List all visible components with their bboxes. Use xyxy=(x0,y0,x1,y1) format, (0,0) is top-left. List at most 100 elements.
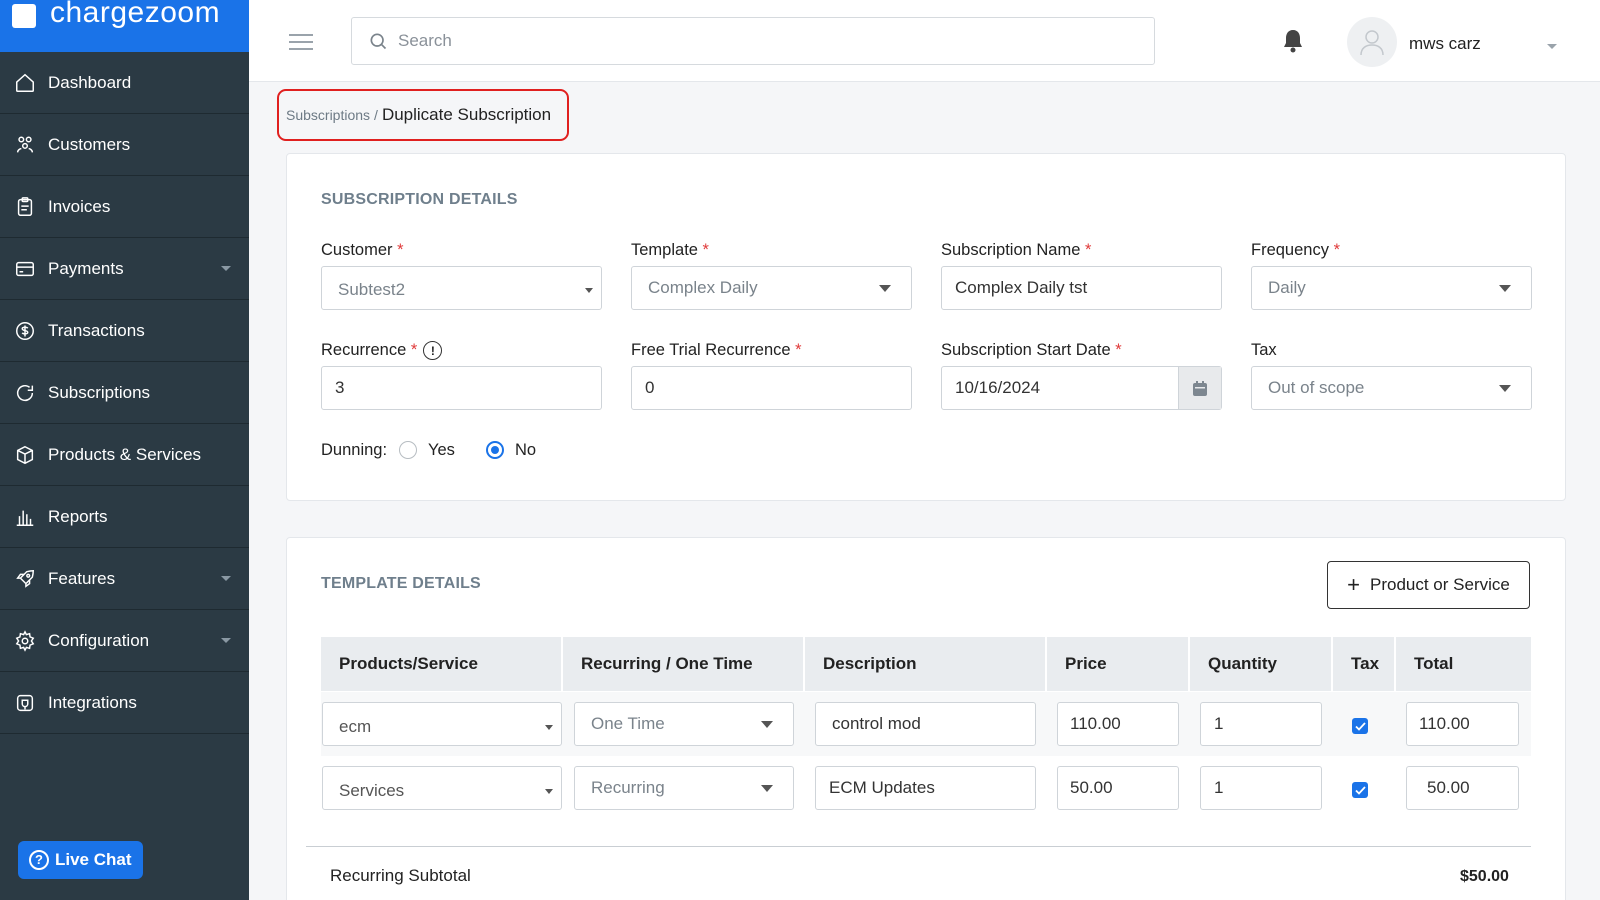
description-input[interactable]: control mod xyxy=(815,702,1036,746)
chevron-down-icon xyxy=(761,784,773,792)
bell-icon[interactable] xyxy=(1282,29,1304,58)
plus-icon: + xyxy=(1347,572,1360,597)
total-input[interactable]: 110.00 xyxy=(1406,702,1519,746)
sidebar-item-features[interactable]: Features xyxy=(0,548,249,610)
sidebar-item-label: Dashboard xyxy=(48,72,132,92)
brand-name: chargezoom xyxy=(50,0,221,29)
table-header: Products/Service Recurring / One Time De… xyxy=(321,637,1531,691)
type-select[interactable]: One Time xyxy=(574,702,794,746)
chevron-down-icon[interactable] xyxy=(1547,44,1557,49)
sidebar-item-integrations[interactable]: Integrations xyxy=(0,672,249,734)
column-header: Total xyxy=(1414,654,1454,673)
sidebar-item-label: Invoices xyxy=(48,196,111,216)
menu-icon[interactable] xyxy=(289,34,313,55)
quantity-input[interactable]: 1 xyxy=(1200,702,1322,746)
quantity-input[interactable]: 1 xyxy=(1200,766,1322,810)
sidebar-item-label: Payments xyxy=(48,258,124,278)
dunning-yes-radio[interactable] xyxy=(399,441,417,459)
sidebar-item-label: Transactions xyxy=(48,320,145,340)
template-label: Template * xyxy=(631,241,709,259)
subscription-name-label: Subscription Name * xyxy=(941,241,1092,259)
username[interactable]: mws carz xyxy=(1409,34,1481,54)
help-icon: ? xyxy=(29,850,49,870)
card-icon xyxy=(16,261,34,276)
frequency-select[interactable]: Daily xyxy=(1251,266,1532,310)
chevron-down-icon xyxy=(221,266,231,271)
tax-checkbox[interactable] xyxy=(1352,782,1368,798)
customer-select[interactable]: Subtest2 xyxy=(321,266,602,310)
gear-icon xyxy=(15,629,35,652)
free-trial-label: Free Trial Recurrence * xyxy=(631,341,802,359)
recurring-subtotal-label: Recurring Subtotal xyxy=(330,866,471,885)
tax-checkbox[interactable] xyxy=(1352,718,1368,734)
chevron-down-icon xyxy=(1499,284,1511,292)
chevron-down-icon xyxy=(545,788,553,794)
rocket-icon xyxy=(16,569,34,588)
search-box[interactable] xyxy=(351,17,1155,65)
topbar: mws carz xyxy=(249,0,1600,82)
recurrence-input[interactable]: 3 xyxy=(321,366,602,410)
template-select[interactable]: Complex Daily xyxy=(631,266,912,310)
chevron-down-icon xyxy=(545,724,553,730)
start-date-label: Subscription Start Date * xyxy=(941,341,1122,359)
calendar-icon[interactable] xyxy=(1178,367,1221,409)
breadcrumb-link-subscriptions[interactable]: Subscriptions xyxy=(286,107,370,123)
divider xyxy=(306,846,1531,847)
column-header: Products/Service xyxy=(321,637,563,691)
info-icon[interactable]: ! xyxy=(423,341,443,361)
add-product-label: Product or Service xyxy=(1370,575,1510,594)
free-trial-input[interactable]: 0 xyxy=(631,366,912,410)
dollar-icon xyxy=(16,321,34,340)
sidebar-item-label: Customers xyxy=(48,134,131,154)
sidebar-item-transactions[interactable]: Transactions xyxy=(0,300,249,362)
sidebar-item-customers[interactable]: Customers xyxy=(0,114,249,176)
frequency-label: Frequency * xyxy=(1251,241,1340,259)
chevron-down-icon xyxy=(761,720,773,728)
breadcrumb-current: Duplicate Subscription xyxy=(381,105,552,124)
sidebar-item-label: Reports xyxy=(48,506,108,526)
dunning-no-label[interactable]: No xyxy=(515,441,536,460)
dunning-no-radio[interactable] xyxy=(486,441,504,459)
start-date-input[interactable]: 10/16/2024 xyxy=(941,366,1222,410)
column-header: Price xyxy=(1047,637,1190,691)
add-product-button[interactable]: + Product or Service xyxy=(1327,561,1530,609)
total-input[interactable]: 50.00 xyxy=(1406,766,1519,810)
dunning-yes-label[interactable]: Yes xyxy=(428,441,455,460)
chevron-down-icon xyxy=(221,638,231,643)
live-chat-button[interactable]: ? Live Chat xyxy=(18,841,143,879)
search-icon xyxy=(370,33,387,50)
type-select[interactable]: Recurring xyxy=(574,766,794,810)
brand-logo[interactable]: chargezoom xyxy=(0,0,249,52)
bar-chart-icon xyxy=(16,510,34,526)
sidebar-item-products-services[interactable]: Products & Services xyxy=(0,424,249,486)
sidebar-item-dashboard[interactable]: Dashboard xyxy=(0,52,249,114)
price-input[interactable]: 50.00 xyxy=(1057,766,1179,810)
tax-select[interactable]: Out of scope xyxy=(1251,366,1532,410)
price-input[interactable]: 110.00 xyxy=(1057,702,1179,746)
sidebar-item-invoices[interactable]: Invoices xyxy=(0,176,249,238)
customer-label: Customer * xyxy=(321,241,404,259)
search-input[interactable] xyxy=(398,31,1098,51)
sidebar-item-subscriptions[interactable]: Subscriptions xyxy=(0,362,249,424)
column-header: Recurring / One Time xyxy=(563,637,805,691)
sidebar-item-configuration[interactable]: Configuration xyxy=(0,610,249,672)
description-input[interactable]: ECM Updates xyxy=(815,766,1036,810)
avatar[interactable] xyxy=(1347,17,1397,67)
column-header: Description xyxy=(805,637,1047,691)
sidebar-item-payments[interactable]: Payments xyxy=(0,238,249,300)
sidebar-item-label: Integrations xyxy=(48,692,137,712)
home-icon xyxy=(16,73,34,92)
chevron-down-icon xyxy=(1499,384,1511,392)
chevron-down-icon xyxy=(585,287,593,293)
box-icon xyxy=(16,445,34,464)
sidebar-item-label: Subscriptions xyxy=(48,382,151,402)
column-header: Tax xyxy=(1333,637,1396,691)
subscription-name-input[interactable]: Complex Daily tst xyxy=(941,266,1222,310)
breadcrumb: Subscriptions / Duplicate Subscription xyxy=(277,89,569,141)
product-select[interactable]: Services xyxy=(322,766,562,810)
chevron-down-icon xyxy=(221,576,231,581)
clipboard-icon xyxy=(17,196,33,216)
product-select[interactable]: ecm xyxy=(322,702,562,746)
sidebar-item-reports[interactable]: Reports xyxy=(0,486,249,548)
template-details-title: TEMPLATE DETAILS xyxy=(321,575,481,592)
